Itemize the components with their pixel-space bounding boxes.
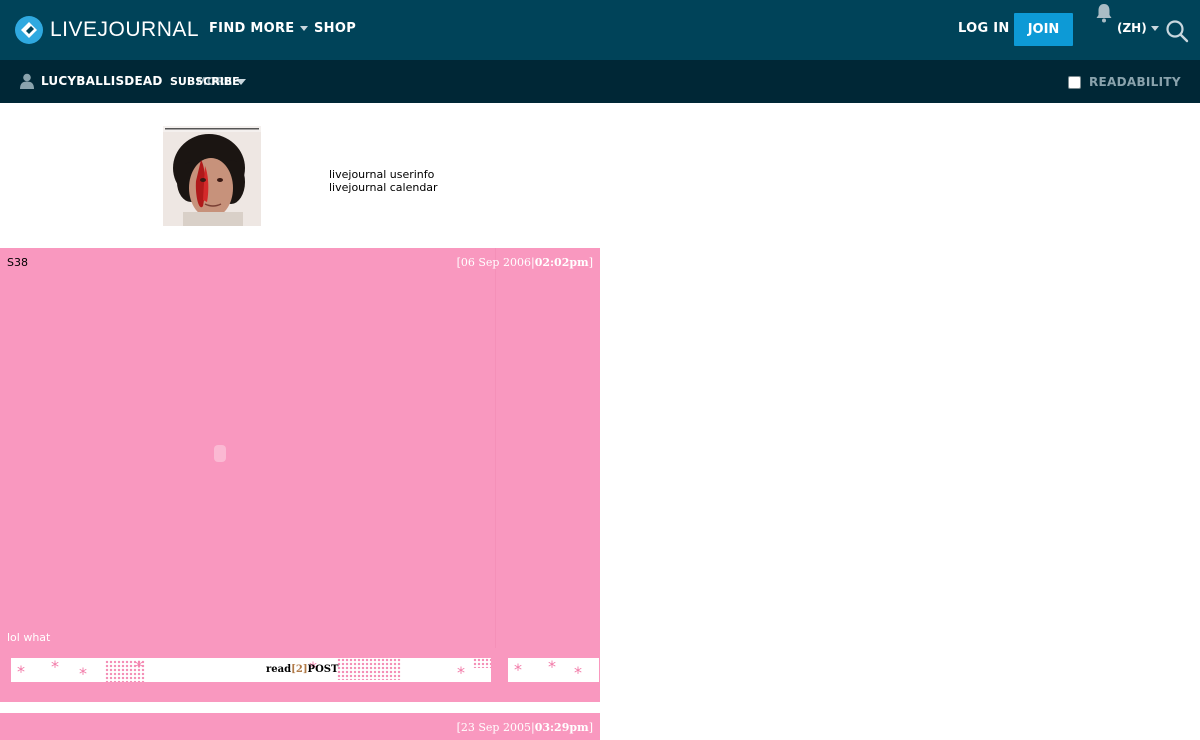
entry-comment-links: read[2]POST — [266, 664, 339, 675]
calendar-link[interactable]: livejournal calendar — [329, 181, 438, 194]
sparkle-icon: * — [514, 660, 522, 679]
entry-divider — [495, 248, 496, 648]
search-icon[interactable] — [1165, 19, 1189, 43]
entry-footer-side: * * * — [508, 658, 599, 682]
embedded-media-placeholder[interactable] — [214, 445, 226, 462]
journal-entry: S38 [06 Sep 2006|02:02pm] lol what * * *… — [0, 248, 600, 702]
find-more-label: FIND MORE — [209, 21, 295, 36]
sparkle-icon: * — [79, 664, 87, 682]
journal-entry: [23 Sep 2005|03:29pm] — [0, 713, 600, 740]
livejournal-logo[interactable]: LIVEJOURNAL — [14, 14, 199, 46]
entry-body: lol what — [7, 631, 51, 644]
entry-date-value: 23 Sep 2005 — [460, 721, 531, 734]
chevron-down-icon — [299, 26, 308, 31]
readability-toggle[interactable]: READABILITY — [1068, 74, 1181, 90]
user-icon — [20, 73, 34, 89]
entry-footer: * * * * * * read[2]POST — [11, 658, 491, 682]
sparkle-icon: * — [135, 658, 143, 676]
entry-date: [06 Sep 2006|02:02pm] — [456, 256, 593, 269]
language-selector[interactable]: (ZH) — [1117, 21, 1159, 35]
comment-count: 2 — [295, 664, 303, 675]
journal-username[interactable]: LUCYBALLISDEAD — [41, 74, 163, 88]
login-link[interactable]: LOG IN — [958, 21, 1010, 36]
readability-checkbox[interactable] — [1068, 75, 1081, 89]
join-button[interactable]: JOIN — [1014, 13, 1073, 46]
entry-date: [23 Sep 2005|03:29pm] — [456, 721, 593, 734]
entry-date-value: 06 Sep 2006 — [460, 256, 531, 269]
entry-title[interactable]: S38 — [7, 256, 28, 269]
userpic — [163, 126, 261, 226]
livejournal-logo-icon — [15, 16, 43, 44]
sparkle-icon: * — [51, 658, 59, 676]
sparkle-icon: * — [548, 658, 556, 676]
subscribe-button[interactable]: SUBSCRIBE — [170, 75, 240, 88]
profile-links: livejournal userinfo livejournal calenda… — [329, 168, 438, 194]
entry-time: 02:02pm — [534, 256, 589, 269]
sparkle-icon: * — [17, 662, 25, 681]
language-label: (ZH) — [1117, 21, 1147, 35]
sparkle-icon: * — [457, 663, 465, 682]
post-comment-link[interactable]: POST — [308, 664, 339, 675]
userinfo-link[interactable]: livejournal userinfo — [329, 168, 438, 181]
read-comments-link[interactable]: read — [266, 664, 291, 675]
sparkle-pattern — [473, 658, 491, 668]
shop-link[interactable]: SHOP — [314, 21, 356, 36]
logo-text: LIVEJOURNAL — [50, 18, 200, 41]
userpic-image — [163, 126, 261, 226]
find-more-menu[interactable]: FIND MORE — [209, 21, 308, 36]
sparkle-pattern — [337, 658, 401, 680]
bell-icon[interactable] — [1094, 2, 1114, 24]
chevron-down-icon — [1150, 26, 1159, 31]
entry-time: 03:29pm — [534, 721, 589, 734]
readability-label: READABILITY — [1089, 75, 1181, 89]
sparkle-icon: * — [574, 663, 582, 682]
